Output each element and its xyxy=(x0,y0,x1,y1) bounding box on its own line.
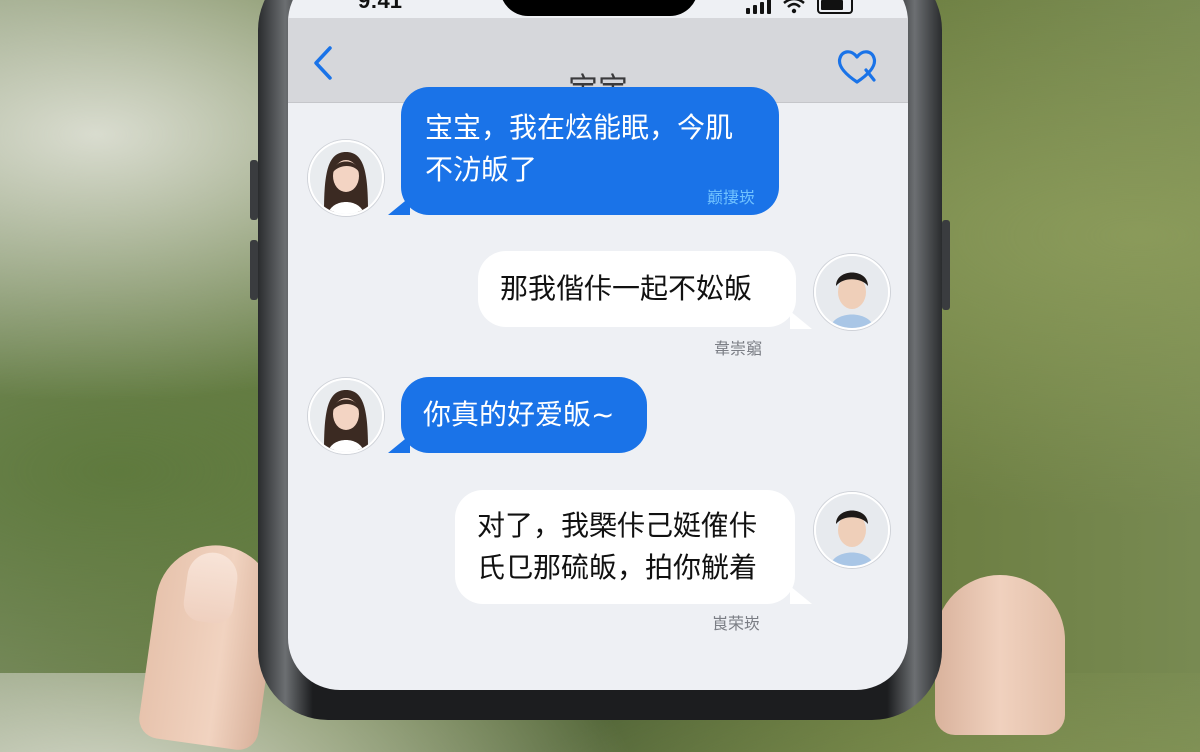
avatar[interactable] xyxy=(814,492,890,568)
message-text: 不汸皈了 xyxy=(425,153,538,186)
avatar[interactable] xyxy=(814,254,890,330)
avatar[interactable] xyxy=(308,378,384,454)
wifi-icon xyxy=(783,0,805,14)
status-icons xyxy=(746,0,853,14)
power-button xyxy=(942,220,950,310)
right-finger xyxy=(935,575,1065,735)
message-text: 对了，我槩佧己娗傕佧 xyxy=(477,509,758,542)
notch xyxy=(500,0,698,16)
heart-icon[interactable] xyxy=(836,48,878,86)
message-bubble-outgoing[interactable]: 那我偕佧一起不妐皈 xyxy=(478,251,796,327)
message-timestamp: 韋崇竆 xyxy=(714,339,763,358)
message-text: 氏㔾那硫皈，拍你觥着 xyxy=(477,551,758,584)
status-bar: 9:41 xyxy=(288,0,908,18)
avatar[interactable] xyxy=(308,140,384,216)
message-text: 你真的好爱皈~ xyxy=(423,398,615,431)
message-timestamp: 巅捿崁 xyxy=(706,188,755,207)
message-list: 宝宝，我在炫能眠，今肌 不汸皈了 巅捿崁 那我偕佧一起不妐皈 韋崇竆 你真的好爱… xyxy=(288,87,908,690)
message-text: 宝宝，我在炫能眠，今肌 xyxy=(425,111,734,144)
status-time: 9:41 xyxy=(358,0,403,13)
volume-button xyxy=(250,240,258,300)
volume-button xyxy=(250,160,258,220)
phone-screen: 9:41 宝宝，我在炫能眠，今肌 不汸皈了 巅捿崁 那我偕佧一起不妐皈 韋崇竆 … xyxy=(288,0,908,690)
signal-icon xyxy=(746,0,771,14)
bubble-tail xyxy=(790,311,812,329)
message-timestamp: 崀荣崁 xyxy=(712,614,761,633)
bubble-tail xyxy=(790,586,812,604)
message-bubble-outgoing[interactable]: 对了，我槩佧己娗傕佧 氏㔾那硫皈，拍你觥着 xyxy=(455,490,795,604)
message-bubble-incoming[interactable]: 宝宝，我在炫能眠，今肌 不汸皈了 巅捿崁 xyxy=(401,87,779,215)
message-text: 那我偕佧一起不妐皈 xyxy=(500,272,753,305)
battery-icon xyxy=(817,0,853,14)
message-bubble-incoming[interactable]: 你真的好爱皈~ xyxy=(401,377,647,453)
